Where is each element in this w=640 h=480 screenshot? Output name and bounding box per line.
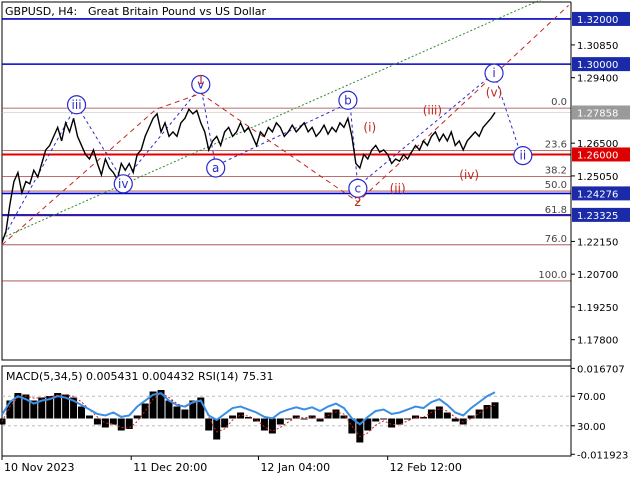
macd-bar-27 [213,418,221,440]
price-tick-label-7: 1.17800 [577,336,618,347]
macd-bar-48 [380,418,388,420]
wave-label-9: (ii) [390,181,406,195]
macd-bar-47 [372,418,380,422]
price-tick-label-6: 1.19250 [577,303,618,314]
level-tag-label-4: 1.24276 [577,189,618,200]
level-tag-label-1: 1.30000 [577,60,618,71]
macd-bar-62 [491,402,499,419]
price-tick-label-1: 1.29400 [577,74,618,85]
wave-label-12: (v) [486,85,502,99]
macd-bar-21 [165,400,173,419]
wave-label-4: a [212,161,219,175]
level-tag-label-3: 1.26000 [577,150,618,161]
wave-label-1: iv [118,177,128,191]
wave-label-7: 2 [354,195,362,209]
macd-bar-49 [388,418,396,428]
macd-bar-36 [284,418,292,420]
wave-label-13: i [492,66,495,80]
macd-bar-22 [173,406,181,419]
fib-level-label-0: 0.0 [551,97,567,108]
level-tag-label-5: 1.23325 [577,211,618,222]
price-axis: 1.308501.294001.265001.250501.221501.207… [570,0,640,480]
macd-bar-11 [85,415,93,419]
macd-bar-60 [475,409,483,419]
indicator-tick-label-3: -0.011923 [577,450,628,461]
macd-bar-26 [205,418,213,431]
macd-bar-51 [404,418,412,420]
macd-bar-0 [0,418,6,425]
macd-bar-58 [459,418,467,425]
fib-level-label-2: 38.2 [545,166,567,177]
main-chart-panel [1,1,572,361]
time-tick-label-3: 12 Feb 12:00 [390,461,462,474]
price-tick-label-0: 1.30850 [577,41,618,52]
macd-bar-34 [268,418,276,434]
macd-bar-55 [435,406,443,419]
wave-label-14: ii [520,149,527,163]
indicator-title: MACD(5,34,5) 0.005431 0.004432 RSI(14) 7… [6,370,273,383]
macd-bar-35 [276,418,284,425]
wave-label-8: (i) [363,120,376,134]
time-tick-label-0: 10 Nov 2023 [4,461,74,474]
macd-bar-57 [451,418,459,422]
fib-level-label-3: 50.0 [545,180,567,191]
fib-level-label-6: 100.0 [538,270,567,281]
price-tick-label-4: 1.22150 [577,237,618,248]
indicator-tick-label-2: 30.00 [577,422,606,433]
indicator-tick-label-1: 70.00 [577,392,606,403]
wave-label-11: (iv) [459,168,479,182]
wave-label-6: c [355,181,362,195]
macd-bar-17 [133,415,141,419]
chart-header-description: Great Britain Pound vs US Dollar [88,5,267,18]
time-tick-label-2: 12 Jan 04:00 [260,461,330,474]
fib-level-label-1: 23.6 [545,140,567,151]
chart-canvas: 0.023.638.250.061.876.0100.0 iiiivv1abc2… [0,0,640,480]
macd-bar-23 [181,409,189,419]
time-axis: 10 Nov 2023 11 Dec 20:00 12 Jan 04:00 12 Fe… [1,456,462,474]
main-panel-frame [1,1,572,361]
macd-bar-61 [483,405,491,419]
macd-bar-42 [332,409,340,419]
macd-bar-18 [141,403,149,419]
level-tag-label-0: 1.32000 [577,15,618,26]
macd-bar-10 [78,406,86,419]
level-tag-label-2: 1.27858 [577,108,618,119]
wave-label-3: 1 [197,73,205,87]
price-tick-label-5: 1.20700 [577,270,618,281]
fib-level-label-5: 76.0 [545,234,567,245]
macd-bar-38 [300,418,308,420]
price-tick-label-3: 1.25050 [577,172,618,183]
wave-label-10: (iii) [423,103,442,117]
indicator-tick-label-0: 0.016707 [577,364,625,375]
time-tick-label-1: 11 Dec 20:00 [133,461,207,474]
wave-label-5: b [344,93,352,107]
wave-label-0: iii [72,98,82,112]
chart-header-symbol: GBPUSD, H4: [5,5,77,18]
macd-bar-15 [117,418,125,431]
